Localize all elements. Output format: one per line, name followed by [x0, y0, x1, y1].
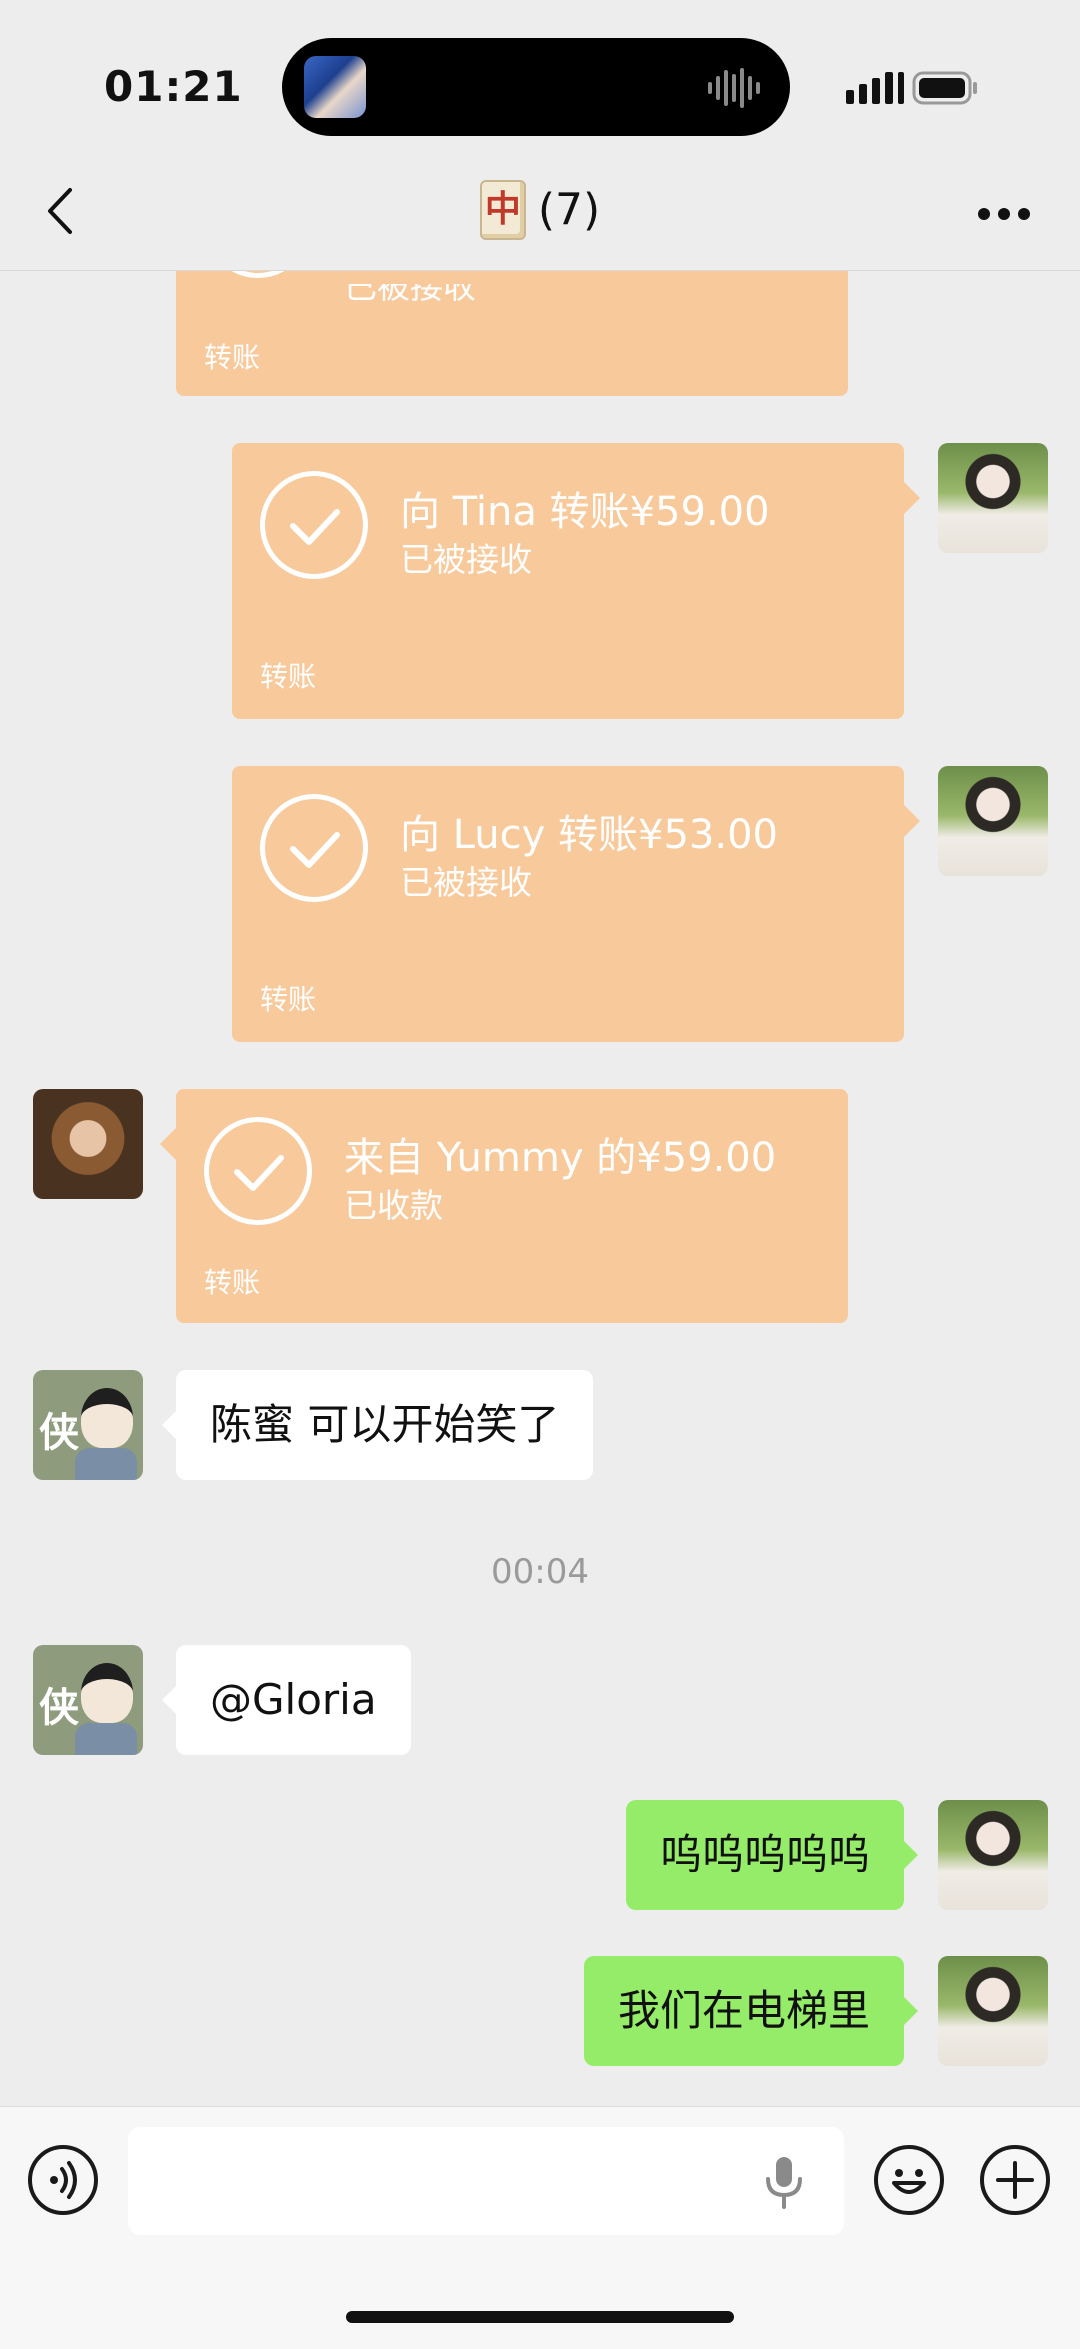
- transfer-card-lucy[interactable]: 向 Lucy 转账¥53.00 已被接收 转账: [232, 766, 904, 1042]
- chat-title[interactable]: 中 (7): [0, 180, 1080, 240]
- message-bubble[interactable]: 呜呜呜呜呜: [625, 1800, 904, 1910]
- home-indicator[interactable]: [346, 2311, 734, 2323]
- avatar-body: [75, 1448, 137, 1480]
- check-icon: [260, 471, 368, 579]
- transfer-card-tina[interactable]: 向 Tina 转账¥59.00 已被接收 转账: [232, 443, 904, 719]
- status-time: 01:21: [104, 62, 243, 111]
- bubble-tail: [904, 482, 920, 514]
- cellular-signal-icon: [846, 72, 904, 104]
- my-avatar[interactable]: [938, 443, 1048, 553]
- avatar-char: 侠: [39, 1410, 79, 1456]
- voice-input-icon[interactable]: [28, 2145, 98, 2215]
- battery-icon: [912, 71, 977, 105]
- now-playing-thumbnail: [304, 56, 366, 118]
- my-avatar[interactable]: [938, 766, 1048, 876]
- bubble-tail: [904, 1841, 918, 1869]
- transfer-label: 转账: [260, 983, 317, 1016]
- my-avatar[interactable]: [938, 1956, 1048, 2066]
- bubble-tail: [904, 1997, 918, 2025]
- avatar-face: [81, 1663, 133, 1723]
- bubble-tail: [162, 1411, 176, 1439]
- avatar-face: [81, 1388, 133, 1448]
- transfer-label: 转账: [204, 1266, 261, 1299]
- sender-avatar[interactable]: 侠: [33, 1370, 143, 1480]
- sender-avatar[interactable]: [33, 1089, 143, 1199]
- message-bubble[interactable]: 陈蜜 可以开始笑了: [176, 1370, 594, 1480]
- bubble-tail: [904, 805, 920, 837]
- transfer-card-yummy[interactable]: 来自 Yummy 的¥59.00 已收款 转账: [176, 1089, 848, 1323]
- bubble-tail: [162, 1686, 176, 1714]
- transfer-status: 已被接收: [400, 540, 532, 579]
- plus-icon[interactable]: [980, 2145, 1050, 2215]
- transfer-status: 已被接收: [400, 863, 532, 902]
- emoji-icon[interactable]: [874, 2145, 944, 2215]
- message-bubble[interactable]: @Gloria: [176, 1645, 411, 1755]
- member-count: (7): [537, 184, 601, 236]
- check-icon: [260, 794, 368, 902]
- avatar-body: [75, 1723, 137, 1755]
- transfer-title: 来自 Yummy 的¥59.00: [344, 1135, 777, 1181]
- mahjong-emoji-icon: 中: [479, 180, 526, 240]
- transfer-title: 向 Lucy 转账¥53.00: [400, 812, 778, 858]
- microphone-icon[interactable]: [764, 2155, 804, 2211]
- transfer-status: 已收款: [344, 1186, 443, 1225]
- dynamic-island[interactable]: [282, 38, 790, 136]
- bubble-tail: [160, 1128, 176, 1160]
- avatar-char: 侠: [39, 1685, 79, 1731]
- audio-wave-icon: [708, 68, 760, 108]
- input-bar: [0, 2106, 1080, 2349]
- message-timestamp: 00:04: [491, 1552, 589, 1592]
- sender-avatar[interactable]: 侠: [33, 1645, 143, 1755]
- transfer-title: 向 Tina 转账¥59.00: [400, 489, 770, 535]
- message-bubble[interactable]: 我们在电梯里: [583, 1956, 904, 2066]
- my-avatar[interactable]: [938, 1800, 1048, 1910]
- check-icon: [204, 1117, 312, 1225]
- message-input[interactable]: [128, 2127, 844, 2235]
- chat-header: 中 (7): [0, 150, 1080, 271]
- more-dots-icon[interactable]: [976, 206, 1032, 222]
- transfer-label: 转账: [204, 341, 261, 374]
- transfer-label: 转账: [260, 660, 317, 693]
